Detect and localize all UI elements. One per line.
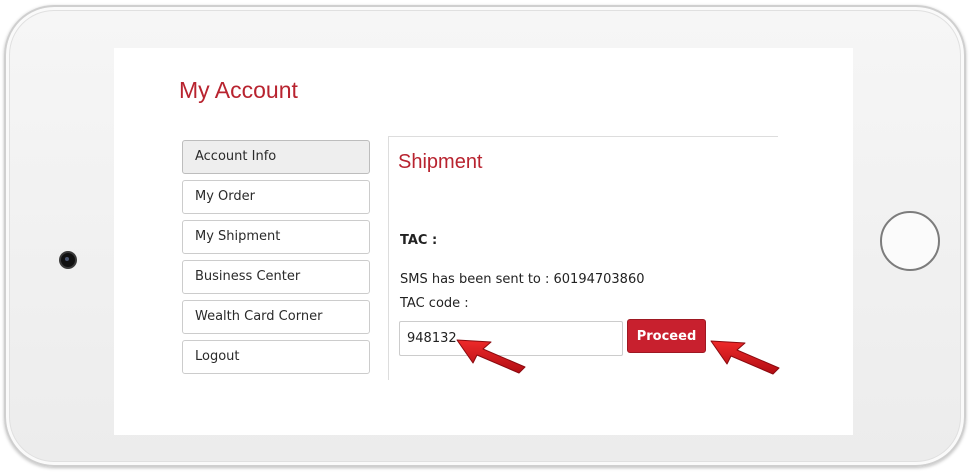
proceed-button[interactable]: Proceed (627, 319, 706, 353)
content-divider-top (388, 136, 778, 137)
account-sidebar: Account Info My Order My Shipment Busine… (182, 140, 370, 380)
sidebar-item-account-info[interactable]: Account Info (182, 140, 370, 174)
home-button[interactable] (880, 211, 940, 271)
tac-code-label: TAC code : (400, 296, 469, 311)
tac-label: TAC : (400, 233, 438, 248)
sidebar-item-logout[interactable]: Logout (182, 340, 370, 374)
sms-sent-text: SMS has been sent to : 60194703860 (400, 272, 645, 287)
camera-lens (65, 257, 69, 261)
sidebar-item-business-center[interactable]: Business Center (182, 260, 370, 294)
sidebar-item-my-order[interactable]: My Order (182, 180, 370, 214)
sidebar-item-wealth-card-corner[interactable]: Wealth Card Corner (182, 300, 370, 334)
page-title: My Account (179, 77, 298, 103)
sidebar-item-my-shipment[interactable]: My Shipment (182, 220, 370, 254)
red-arrow-icon (710, 340, 780, 375)
front-camera-icon (61, 253, 75, 267)
screen: My Account Account Info My Order My Ship… (114, 48, 853, 435)
content-divider-left (388, 136, 389, 380)
red-arrow-icon (456, 339, 526, 374)
section-title: Shipment (398, 151, 483, 173)
